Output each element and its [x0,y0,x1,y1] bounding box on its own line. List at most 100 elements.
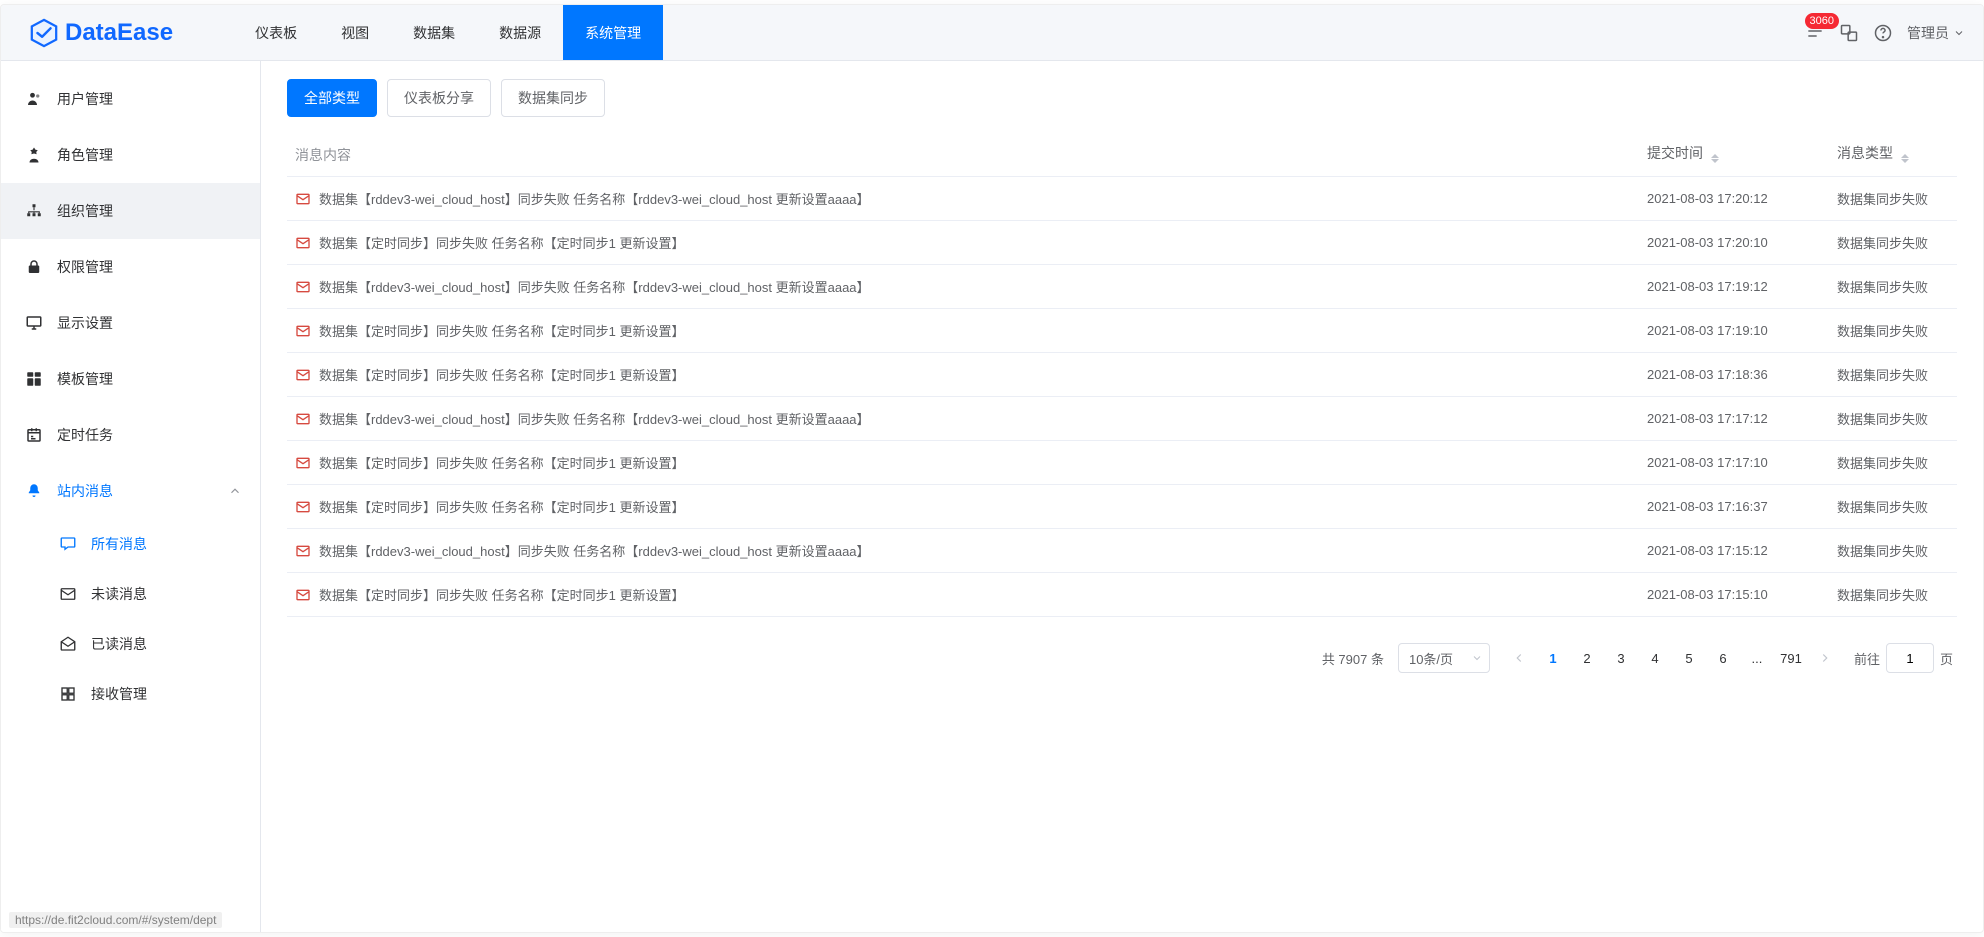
message-text: 数据集【定时同步】同步失败 任务名称【定时同步1 更新设置】 [319,497,684,516]
page-jump: 前往 页 [1854,643,1953,673]
message-text: 数据集【rddev3-wei_cloud_host】同步失败 任务名称【rdde… [319,277,870,296]
notification-button[interactable]: 3060 [1805,21,1825,44]
page-number[interactable]: 791 [1776,643,1806,673]
sidebar-item[interactable]: 组织管理 [1,183,260,239]
filter-button[interactable]: 全部类型 [287,79,377,117]
filter-bar: 全部类型仪表板分享数据集同步 [287,79,1957,117]
nav-tab[interactable]: 系统管理 [563,5,663,60]
table-row[interactable]: 数据集【定时同步】同步失败 任务名称【定时同步1 更新设置】2021-08-03… [287,221,1957,265]
nav-tab[interactable]: 仪表板 [233,5,319,60]
sidebar-subitem[interactable]: 未读消息 [1,569,260,619]
unread-mail-icon [295,191,311,207]
sidebar-subitem-label: 所有消息 [91,534,147,554]
sidebar-subitem[interactable]: 接收管理 [1,669,260,719]
user-menu[interactable]: 管理员 [1907,23,1965,43]
unread-mail-icon [295,411,311,427]
content-area: 全部类型仪表板分享数据集同步 消息内容 提交时间 消息类型 数据集【rddev3… [261,61,1983,932]
page-ellipsis: ... [1742,643,1772,673]
message-type: 数据集同步失败 [1837,497,1957,516]
chevron-down-icon [1471,652,1483,664]
unread-mail-icon [295,543,311,559]
org-icon [25,202,43,220]
nav-tab[interactable]: 数据集 [391,5,477,60]
message-time: 2021-08-03 17:17:10 [1647,455,1837,470]
display-icon [25,314,43,332]
page-number[interactable]: 2 [1572,643,1602,673]
page-number[interactable]: 4 [1640,643,1670,673]
table-row[interactable]: 数据集【定时同步】同步失败 任务名称【定时同步1 更新设置】2021-08-03… [287,573,1957,617]
nav-tab[interactable]: 数据源 [477,5,563,60]
user-icon [25,90,43,108]
filter-button[interactable]: 仪表板分享 [387,79,491,117]
sidebar-item[interactable]: 站内消息 [1,463,260,519]
sidebar-item[interactable]: 用户管理 [1,71,260,127]
filter-button[interactable]: 数据集同步 [501,79,605,117]
message-type: 数据集同步失败 [1837,541,1957,560]
message-text: 数据集【rddev3-wei_cloud_host】同步失败 任务名称【rdde… [319,541,870,560]
message-type: 数据集同步失败 [1837,585,1957,604]
sidebar-item-label: 权限管理 [57,257,113,277]
table-row[interactable]: 数据集【rddev3-wei_cloud_host】同步失败 任务名称【rdde… [287,529,1957,573]
table-row[interactable]: 数据集【rddev3-wei_cloud_host】同步失败 任务名称【rdde… [287,265,1957,309]
table-row[interactable]: 数据集【定时同步】同步失败 任务名称【定时同步1 更新设置】 2021-08-03… [287,485,1957,529]
message-text: 数据集【定时同步】同步失败 任务名称【定时同步1 更新设置】 [319,365,684,384]
bell-icon [25,482,43,500]
sidebar: 用户管理角色管理组织管理权限管理显示设置模板管理定时任务站内消息所有消息未读消息… [1,61,261,932]
page-number[interactable]: 5 [1674,643,1704,673]
sidebar-subitem[interactable]: 已读消息 [1,619,260,669]
message-type: 数据集同步失败 [1837,321,1957,340]
table-row[interactable]: 数据集【rddev3-wei_cloud_host】同步失败 任务名称【rdde… [287,397,1957,441]
unread-mail-icon [295,499,311,515]
page-total: 共 7907 条 [1322,649,1384,668]
sort-icon [1901,150,1913,166]
table-row[interactable]: 数据集【定时同步】同步失败 任务名称【定时同步1 更新设置】2021-08-03… [287,309,1957,353]
sidebar-subitem[interactable]: 所有消息 [1,519,260,569]
page-size-select[interactable]: 10条/页 [1398,643,1490,673]
sidebar-item-label: 模板管理 [57,369,113,389]
col-header-message[interactable]: 消息内容 [287,145,1647,165]
sidebar-item[interactable]: 角色管理 [1,127,260,183]
unread-mail-icon [295,279,311,295]
sidebar-item[interactable]: 定时任务 [1,407,260,463]
sidebar-item-label: 定时任务 [57,425,113,445]
message-text: 数据集【定时同步】同步失败 任务名称【定时同步1 更新设置】 [319,453,684,472]
message-time: 2021-08-03 17:16:37 [1647,499,1837,514]
status-link: https://de.fit2cloud.com/#/system/dept [9,912,222,928]
page-next[interactable] [1810,643,1840,673]
message-text: 数据集【rddev3-wei_cloud_host】同步失败 任务名称【rdde… [319,409,870,428]
sidebar-item[interactable]: 模板管理 [1,351,260,407]
col-header-type[interactable]: 消息类型 [1837,143,1957,167]
message-text: 数据集【rddev3-wei_cloud_host】同步失败 任务名称【rdde… [319,189,870,208]
language-icon[interactable] [1839,23,1859,43]
table-row[interactable]: 数据集【定时同步】同步失败 任务名称【定时同步1 更新设置】 2021-08-03… [287,441,1957,485]
unread-mail-icon [295,367,311,383]
task-icon [25,426,43,444]
message-time: 2021-08-03 17:20:10 [1647,235,1837,250]
message-type: 数据集同步失败 [1837,453,1957,472]
sidebar-item[interactable]: 显示设置 [1,295,260,351]
template-icon [25,370,43,388]
table-row[interactable]: 数据集【rddev3-wei_cloud_host】同步失败 任务名称【rdde… [287,177,1957,221]
sidebar-item[interactable]: 权限管理 [1,239,260,295]
message-text: 数据集【定时同步】同步失败 任务名称【定时同步1 更新设置】 [319,321,684,340]
user-label: 管理员 [1907,23,1949,43]
unread-mail-icon [295,587,311,603]
message-time: 2021-08-03 17:20:12 [1647,191,1837,206]
page-number[interactable]: 1 [1538,643,1568,673]
help-icon[interactable] [1873,23,1893,43]
message-time: 2021-08-03 17:18:36 [1647,367,1837,382]
page-number[interactable]: 3 [1606,643,1636,673]
logo[interactable]: DataEase [29,18,173,48]
page-number[interactable]: 6 [1708,643,1738,673]
table-row[interactable]: 数据集【定时同步】同步失败 任务名称【定时同步1 更新设置】 2021-08-03… [287,353,1957,397]
unread-mail-icon [295,323,311,339]
message-type: 数据集同步失败 [1837,189,1957,208]
chevron-left-icon [1512,651,1526,665]
nav-tab[interactable]: 视图 [319,5,391,60]
page-jump-input[interactable] [1886,643,1934,673]
page-prev[interactable] [1504,643,1534,673]
sidebar-item-label: 用户管理 [57,89,113,109]
col-header-time[interactable]: 提交时间 [1647,143,1837,167]
sort-icon [1711,150,1723,166]
message-time: 2021-08-03 17:15:12 [1647,543,1837,558]
